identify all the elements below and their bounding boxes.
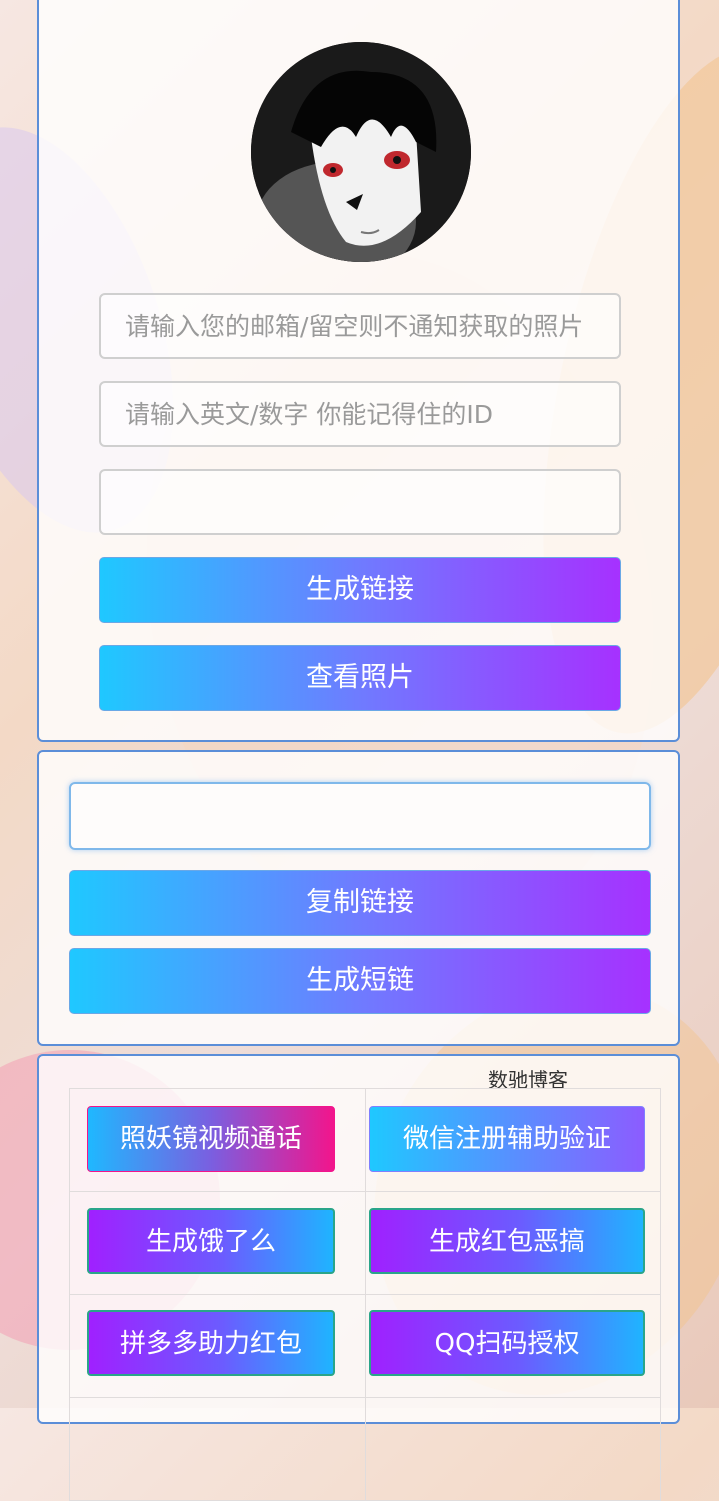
result-panel: 复制链接 生成短链 bbox=[37, 750, 680, 1046]
view-photos-button[interactable]: 查看照片 bbox=[99, 645, 621, 711]
avatar bbox=[251, 42, 471, 262]
tool-eleme-button[interactable]: 生成饿了么 bbox=[87, 1208, 335, 1274]
email-field[interactable] bbox=[99, 293, 621, 359]
generate-short-link-button[interactable]: 生成短链 bbox=[69, 948, 651, 1014]
extra-field[interactable] bbox=[99, 469, 621, 535]
tool-qq-scan-button[interactable]: QQ扫码授权 bbox=[369, 1310, 645, 1376]
tools-panel: 数驰博客 照妖镜视频通话 微信注册辅助验证 生成饿了么 生成红包恶搞 拼多多助力… bbox=[37, 1054, 680, 1501]
tool-pdd-redpacket-button[interactable]: 拼多多助力红包 bbox=[87, 1310, 335, 1376]
id-field[interactable] bbox=[99, 381, 621, 447]
tool-video-call-button[interactable]: 照妖镜视频通话 bbox=[87, 1106, 335, 1172]
generator-panel: 生成链接 查看照片 bbox=[37, 0, 680, 742]
tool-redpacket-prank-button[interactable]: 生成红包恶搞 bbox=[369, 1208, 645, 1274]
generate-link-button[interactable]: 生成链接 bbox=[99, 557, 621, 623]
tool-wechat-verify-button[interactable]: 微信注册辅助验证 bbox=[369, 1106, 645, 1172]
copy-link-button[interactable]: 复制链接 bbox=[69, 870, 651, 936]
link-result-field[interactable] bbox=[69, 782, 651, 850]
